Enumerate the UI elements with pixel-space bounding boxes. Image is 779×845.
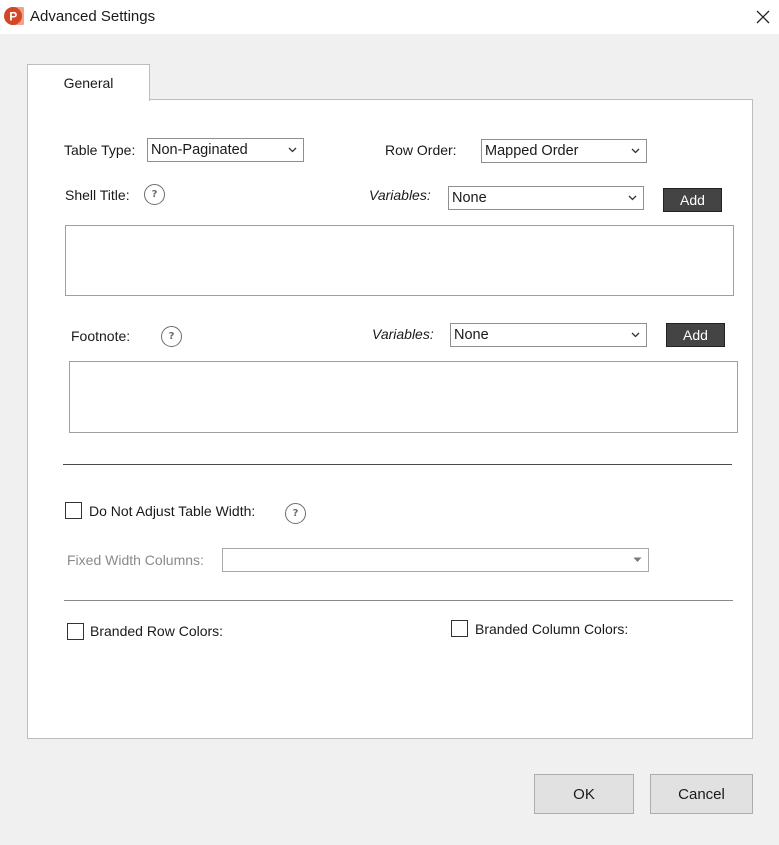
- cancel-button-label: Cancel: [678, 785, 725, 803]
- footnote-variables-value: None: [454, 327, 489, 343]
- help-icon[interactable]: ?: [285, 503, 306, 524]
- table-type-select[interactable]: Non-Paginated: [147, 138, 304, 162]
- chevron-down-icon: [631, 324, 640, 346]
- footnote-add-button[interactable]: Add: [666, 323, 725, 347]
- footnote-variables-select[interactable]: None: [450, 323, 647, 347]
- chevron-down-icon: [631, 140, 640, 162]
- chevron-down-icon: [633, 549, 642, 571]
- branded-column-colors-label: Branded Column Colors:: [475, 621, 629, 637]
- chevron-down-icon: [628, 187, 637, 209]
- ok-button[interactable]: OK: [534, 774, 634, 814]
- branded-row-colors-checkbox[interactable]: [67, 623, 84, 640]
- powerpoint-app-icon: P: [3, 6, 24, 26]
- close-button[interactable]: [748, 2, 778, 32]
- shell-title-textarea[interactable]: [65, 225, 734, 296]
- shell-title-add-button[interactable]: Add: [663, 188, 722, 212]
- footnote-textarea[interactable]: [69, 361, 738, 433]
- title-bar: P Advanced Settings: [0, 0, 779, 34]
- tab-general[interactable]: General: [27, 64, 150, 101]
- shell-title-variables-label: Variables:: [369, 187, 431, 203]
- section-divider: [64, 600, 733, 601]
- row-order-value: Mapped Order: [485, 143, 579, 159]
- help-icon[interactable]: ?: [144, 184, 165, 205]
- chevron-down-icon: [288, 139, 297, 161]
- branded-row-colors-label: Branded Row Colors:: [90, 623, 224, 639]
- shell-title-add-label: Add: [680, 192, 705, 208]
- shell-title-label: Shell Title:: [65, 187, 130, 203]
- fixed-width-columns-select[interactable]: [222, 548, 649, 572]
- section-divider: [63, 464, 732, 465]
- close-icon[interactable]: [756, 10, 770, 24]
- footnote-label: Footnote:: [71, 328, 131, 344]
- svg-text:P: P: [9, 10, 17, 24]
- tab-general-label: General: [63, 75, 114, 91]
- do-not-adjust-width-label: Do Not Adjust Table Width:: [89, 503, 256, 519]
- table-type-value: Non-Paginated: [151, 142, 248, 158]
- shell-title-variables-select[interactable]: None: [448, 186, 644, 210]
- do-not-adjust-width-checkbox[interactable]: [65, 502, 82, 519]
- footnote-add-label: Add: [683, 327, 708, 343]
- ok-button-label: OK: [573, 785, 595, 803]
- footnote-variables-label: Variables:: [372, 326, 434, 342]
- fixed-width-columns-label: Fixed Width Columns:: [67, 552, 204, 568]
- row-order-label: Row Order:: [385, 142, 457, 158]
- table-type-label: Table Type:: [64, 142, 136, 158]
- window-title: Advanced Settings: [30, 8, 156, 25]
- help-icon[interactable]: ?: [161, 326, 182, 347]
- row-order-select[interactable]: Mapped Order: [481, 139, 647, 163]
- shell-title-variables-value: None: [452, 190, 487, 206]
- branded-column-colors-checkbox[interactable]: [451, 620, 468, 637]
- cancel-button[interactable]: Cancel: [650, 774, 753, 814]
